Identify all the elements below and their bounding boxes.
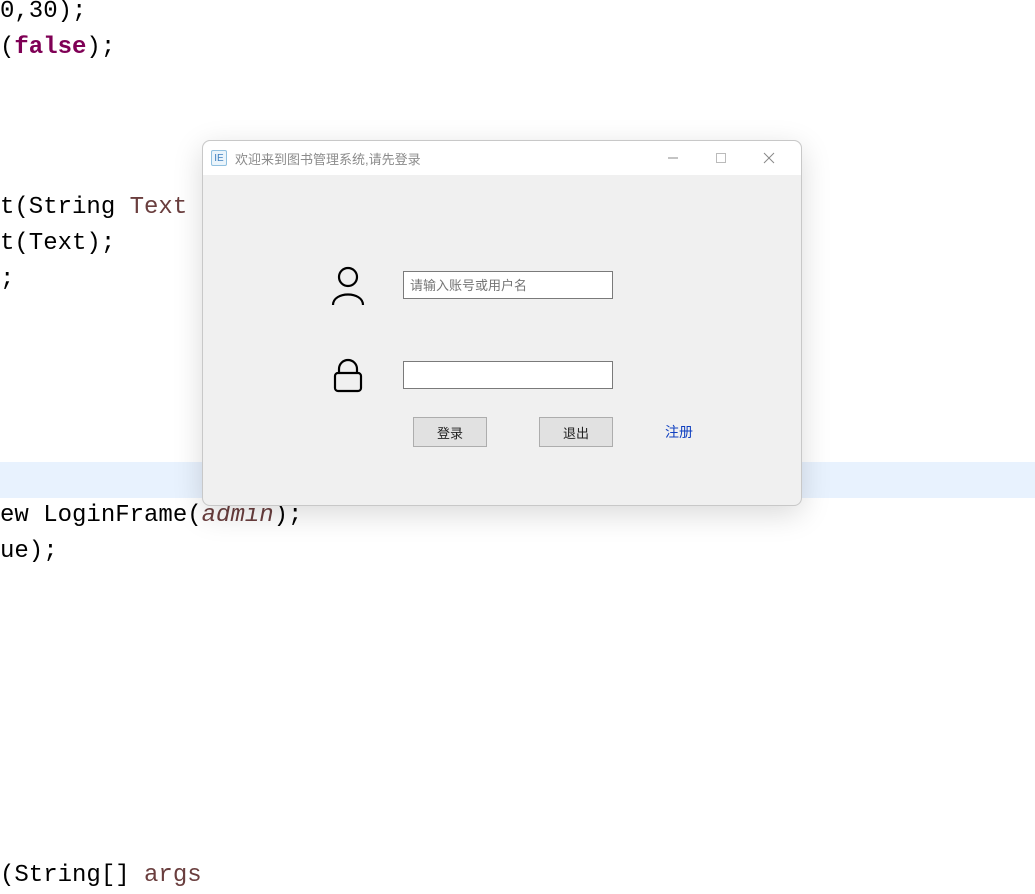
code-line: ​ue); [0, 534, 58, 570]
lock-icon [323, 355, 373, 395]
close-button[interactable] [745, 141, 793, 175]
login-button[interactable]: 登录 [413, 417, 487, 447]
code-line: ​t(Text); [0, 226, 115, 262]
username-input[interactable] [403, 271, 613, 299]
code-line: ​t(String Text [0, 190, 187, 226]
exit-button[interactable]: 退出 [539, 417, 613, 447]
minimize-button[interactable] [649, 141, 697, 175]
code-line: (false); [0, 30, 115, 66]
window-title: 欢迎来到图书管理系统,请先登录 [235, 149, 649, 168]
code-line: ​(String[] args [0, 858, 1035, 894]
user-icon [323, 265, 373, 305]
code-line: 0,30); [0, 0, 86, 30]
register-link[interactable]: 注册 [665, 422, 693, 442]
app-icon: IE [211, 150, 227, 166]
maximize-button[interactable] [697, 141, 745, 175]
code-line: ​; [0, 262, 14, 298]
titlebar: IE 欢迎来到图书管理系统,请先登录 [203, 141, 801, 175]
login-dialog: IE 欢迎来到图书管理系统,请先登录 [202, 140, 802, 506]
password-input[interactable] [403, 361, 613, 389]
